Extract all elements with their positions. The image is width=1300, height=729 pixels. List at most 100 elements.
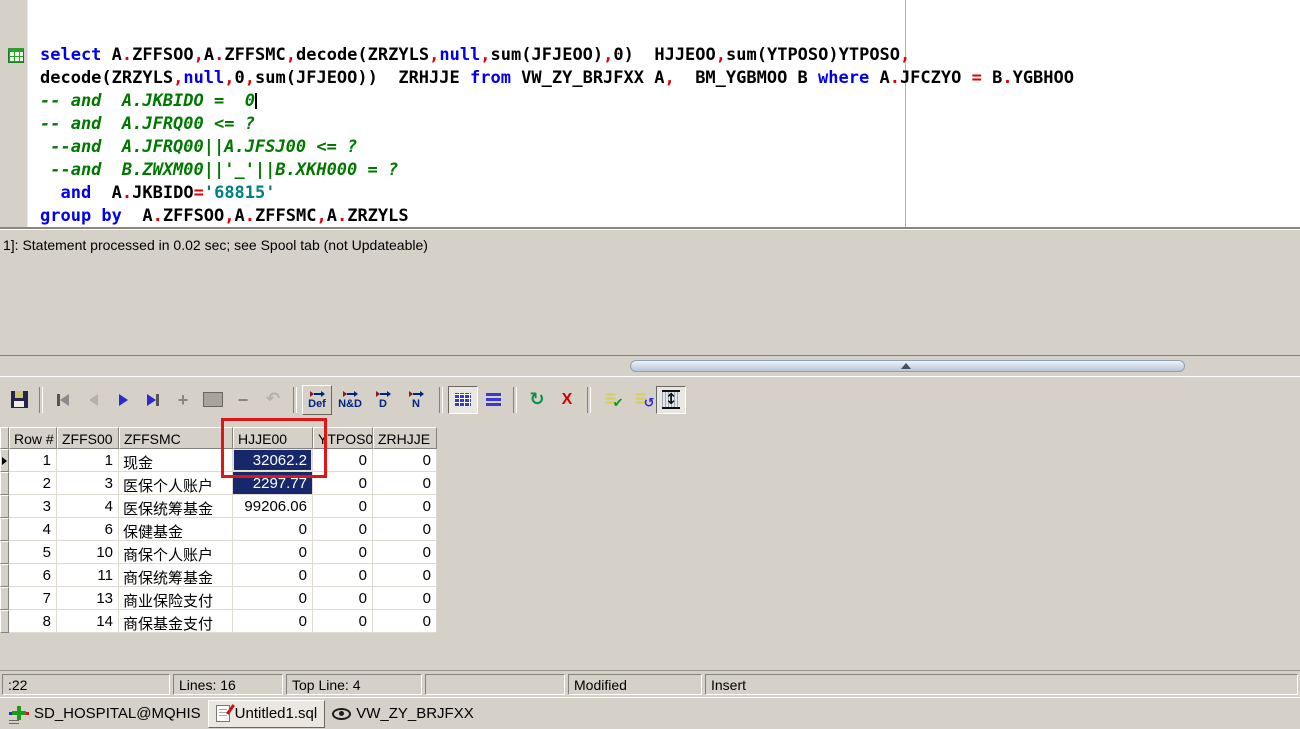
toolbar-separator — [39, 386, 43, 413]
cell[interactable]: 4 — [57, 495, 119, 518]
row-selector[interactable] — [0, 449, 9, 472]
minus-icon: − — [237, 389, 249, 410]
delete-record-button[interactable]: − — [228, 386, 258, 414]
undo-button[interactable]: ↶ — [258, 386, 288, 414]
cell[interactable]: 13 — [57, 587, 119, 610]
tab-connection[interactable]: SD_HOSPITAL@MQHIS — [2, 700, 208, 728]
grid-view-icon — [455, 393, 471, 406]
column-header-row-[interactable]: Row # — [9, 427, 57, 449]
splitter-bar — [0, 357, 1300, 376]
row-selector[interactable] — [0, 472, 9, 495]
fit-columns-button[interactable]: ↕ — [656, 385, 686, 414]
cell[interactable]: 商保个人账户 — [119, 541, 233, 564]
cell[interactable]: 医保统筹基金 — [119, 495, 233, 518]
save-icon — [10, 391, 28, 408]
cell[interactable]: 0 — [373, 518, 437, 541]
row-selector[interactable] — [0, 518, 9, 541]
cell[interactable]: 7 — [9, 587, 57, 610]
row-selector[interactable] — [0, 610, 9, 633]
cell[interactable]: 6 — [57, 518, 119, 541]
column-header-zffs00[interactable]: ZFFS00 — [57, 427, 119, 449]
next-record-button[interactable] — [108, 386, 138, 414]
tab-untitled1-sql[interactable]: Untitled1.sql — [207, 699, 326, 728]
cell[interactable]: 14 — [57, 610, 119, 633]
tab-vw-zy-brjfxx[interactable]: VW_ZY_BRJFXX — [325, 700, 481, 728]
cell[interactable]: 0 — [313, 518, 373, 541]
cell[interactable]: 1 — [9, 449, 57, 472]
cell[interactable]: 现金 — [119, 449, 233, 472]
cell[interactable]: 2 — [9, 472, 57, 495]
cell[interactable]: 0 — [233, 518, 313, 541]
toolbar-separator — [439, 386, 443, 413]
cell[interactable]: 商保基金支付 — [119, 610, 233, 633]
cell[interactable]: 0 — [373, 472, 437, 495]
cell[interactable]: 医保个人账户 — [119, 472, 233, 495]
code-line: group by A.ZFFSOO,A.ZFFSMC,A.ZRZYLS — [40, 206, 409, 226]
grid-view-button[interactable] — [448, 385, 478, 414]
last-record-button[interactable] — [138, 386, 168, 414]
insert-record-button[interactable]: + — [168, 386, 198, 414]
cell[interactable]: 0 — [233, 610, 313, 633]
sql-editor[interactable]: select A.ZFFSOO,A.ZFFSMC,decode(ZRZYLS,n… — [0, 0, 1300, 229]
cell[interactable]: 3 — [57, 472, 119, 495]
cell[interactable]: 0 — [233, 541, 313, 564]
cell[interactable]: 5 — [9, 541, 57, 564]
status-bar: :22 Lines: 16 Top Line: 4 Modified Inser… — [0, 670, 1300, 698]
cell[interactable]: 0 — [373, 564, 437, 587]
cell[interactable]: 6 — [9, 564, 57, 587]
cell[interactable]: 99206.06 — [233, 495, 313, 518]
splitter-collapse-handle[interactable] — [630, 360, 1185, 372]
cell[interactable]: 0 — [313, 587, 373, 610]
document-icon — [215, 705, 230, 722]
code-line: --and B.ZWXM00||'_'||B.XKH000 = ? — [40, 160, 399, 180]
toolbar-separator — [293, 386, 297, 413]
cell[interactable]: 保健基金 — [119, 518, 233, 541]
form-view-button[interactable] — [478, 386, 508, 414]
n-arrows-icon — [408, 390, 424, 398]
cell[interactable]: 4 — [9, 518, 57, 541]
cell[interactable]: 0 — [313, 495, 373, 518]
column-header-zffsmc[interactable]: ZFFSMC — [119, 427, 233, 449]
code-line: -- and A.JFRQ00 <= ? — [40, 114, 255, 134]
post-edit-button[interactable] — [198, 386, 228, 414]
cell[interactable]: 商保统筹基金 — [119, 564, 233, 587]
cell[interactable]: 0 — [313, 564, 373, 587]
default-values-button[interactable]: Def — [302, 384, 332, 415]
save-button[interactable] — [4, 386, 34, 414]
cell[interactable]: 商业保险支付 — [119, 587, 233, 610]
cell[interactable]: 0 — [373, 541, 437, 564]
row-selector[interactable] — [0, 587, 9, 610]
first-record-button[interactable] — [48, 386, 78, 414]
table-row: 3 4 医保统筹基金 99206.06 0 0 — [0, 495, 437, 518]
null-and-default-button[interactable]: N&D — [335, 385, 365, 415]
row-selector[interactable] — [0, 541, 9, 564]
cell[interactable]: 10 — [57, 541, 119, 564]
cell[interactable]: 0 — [373, 495, 437, 518]
prior-record-button[interactable] — [78, 386, 108, 414]
cell[interactable]: 0 — [373, 449, 437, 472]
cancel-button[interactable]: X — [552, 386, 582, 414]
cell[interactable]: 11 — [57, 564, 119, 587]
cell[interactable]: 0 — [233, 587, 313, 610]
cell[interactable]: 8 — [9, 610, 57, 633]
null-button[interactable]: N — [401, 385, 431, 415]
code-line: --and A.JFRQ00||A.JFSJ00 <= ? — [40, 137, 358, 157]
collapse-chevron-icon — [901, 363, 911, 369]
grid-body: 1 1 现金 32062.2 0 0 2 3 医保个人账户 2297.77 0 0 3 4 医保统筹基金 99… — [0, 449, 437, 633]
row-selector[interactable] — [0, 564, 9, 587]
commit-button[interactable]: ✔ — [596, 386, 626, 414]
refresh-button[interactable]: ↻ — [522, 386, 552, 414]
cell[interactable]: 3 — [9, 495, 57, 518]
cell[interactable]: 1 — [57, 449, 119, 472]
message-panel: 1]: Statement processed in 0.02 sec; see… — [0, 229, 1300, 356]
cell[interactable]: 0 — [313, 541, 373, 564]
post-edit-icon — [203, 392, 223, 407]
row-selector[interactable] — [0, 495, 9, 518]
default-button[interactable]: D — [368, 385, 398, 415]
cell[interactable]: 0 — [373, 610, 437, 633]
cell[interactable]: 0 — [233, 564, 313, 587]
column-header-zrhjje[interactable]: ZRHJJE — [373, 427, 437, 449]
cell[interactable]: 0 — [313, 610, 373, 633]
rollback-button[interactable]: ↺ — [626, 386, 656, 414]
cell[interactable]: 0 — [373, 587, 437, 610]
